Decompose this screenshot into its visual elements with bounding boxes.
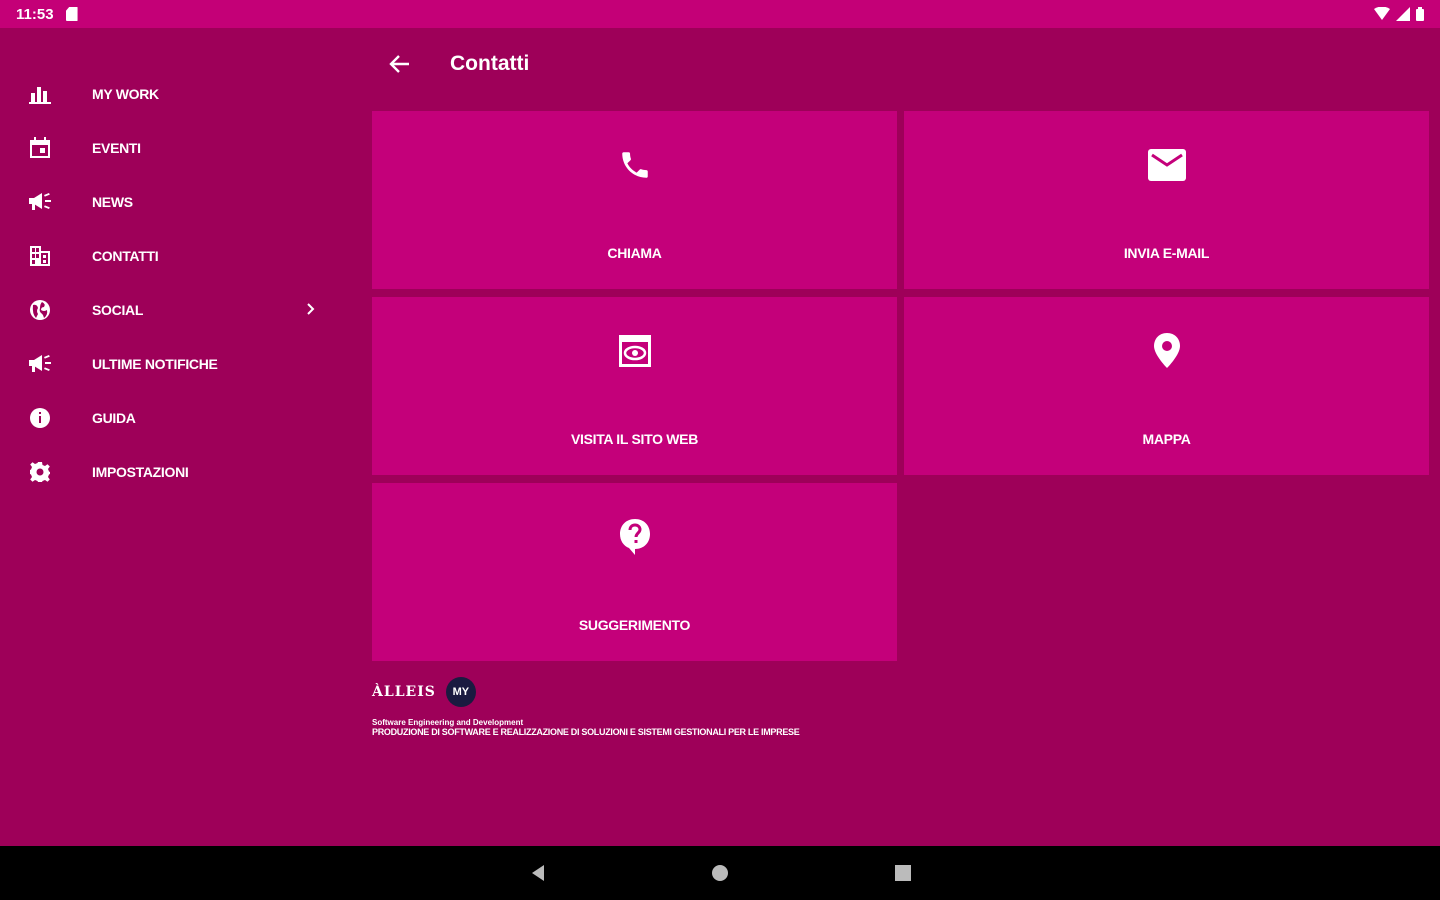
footer-tagline: Software Engineering and Development <box>372 718 524 727</box>
web-view-icon <box>615 331 655 371</box>
footer-logos: ÀLLEIS MY <box>372 676 912 708</box>
drawer-item-label: GUIDA <box>92 410 136 426</box>
drawer-item-label: SOCIAL <box>92 302 144 318</box>
bar-chart-icon <box>26 82 54 106</box>
navigation-drawer: MY WORK EVENTI NEWS CONTATTI SOCIAL ULTI… <box>0 28 360 846</box>
tile-label: SUGGERIMENTO <box>578 617 691 633</box>
help-bubble-icon <box>615 517 655 557</box>
globe-icon <box>26 298 54 322</box>
business-icon <box>26 244 54 268</box>
tile-suggerimento[interactable]: SUGGERIMENTO <box>372 483 897 661</box>
toolbar: Contatti <box>360 28 1440 102</box>
app: MY WORK EVENTI NEWS CONTATTI SOCIAL ULTI… <box>0 28 1440 846</box>
back-button[interactable] <box>384 48 416 80</box>
drawer-item-label: EVENTI <box>92 140 141 156</box>
gear-icon <box>26 460 54 484</box>
signal-icon <box>1396 7 1410 21</box>
tile-label: MAPPA <box>1142 431 1191 447</box>
drawer-menu: MY WORK EVENTI NEWS CONTATTI SOCIAL ULTI… <box>0 28 360 499</box>
drawer-item-label: NEWS <box>92 194 133 210</box>
wifi-icon <box>1374 7 1390 20</box>
megaphone-icon <box>26 190 54 214</box>
square-recents-icon <box>895 865 911 881</box>
tile-mappa[interactable]: MAPPA <box>904 297 1429 475</box>
arrow-left-icon <box>389 55 409 73</box>
drawer-item-label: MY WORK <box>92 86 159 102</box>
sd-card-icon <box>65 7 78 21</box>
company-logo: ÀLLEIS <box>372 684 436 700</box>
megaphone-icon <box>26 352 54 376</box>
drawer-item-social[interactable]: SOCIAL <box>0 283 360 337</box>
footer-description: PRODUZIONE DI SOFTWARE E REALIZZAZIONE D… <box>372 727 800 737</box>
drawer-item-my-work[interactable]: MY WORK <box>0 67 360 121</box>
nav-recents-button[interactable] <box>892 862 914 884</box>
system-nav-bar <box>0 846 1440 900</box>
drawer-item-ultime-notifiche[interactable]: ULTIME NOTIFICHE <box>0 337 360 391</box>
drawer-item-impostazioni[interactable]: IMPOSTAZIONI <box>0 445 360 499</box>
drawer-item-eventi[interactable]: EVENTI <box>0 121 360 175</box>
main-content: Contatti CHIAMA INVIA E-MAIL VISITA IL S… <box>360 28 1440 846</box>
tile-label: CHIAMA <box>607 245 662 261</box>
tile-label: INVIA E-MAIL <box>1123 245 1210 261</box>
footer: ÀLLEIS MY Software Engineering and Devel… <box>372 676 912 737</box>
triangle-back-icon <box>532 865 544 881</box>
tile-chiama[interactable]: CHIAMA <box>372 111 897 289</box>
page-title: Contatti <box>450 52 530 75</box>
tile-label: VISITA IL SITO WEB <box>570 431 699 447</box>
status-time: 11:53 <box>16 5 54 23</box>
tile-visita-sito-web[interactable]: VISITA IL SITO WEB <box>372 297 897 475</box>
drawer-item-contatti[interactable]: CONTATTI <box>0 229 360 283</box>
status-bar: 11:53 <box>0 0 1440 28</box>
drawer-item-label: CONTATTI <box>92 248 159 264</box>
drawer-item-label: ULTIME NOTIFICHE <box>92 356 218 372</box>
drawer-item-guida[interactable]: GUIDA <box>0 391 360 445</box>
mail-icon <box>1147 145 1187 185</box>
app-logo-badge: MY <box>445 677 476 707</box>
map-pin-icon <box>1147 331 1187 371</box>
status-left: 11:53 <box>16 6 78 23</box>
tile-invia-email[interactable]: INVIA E-MAIL <box>904 111 1429 289</box>
calendar-icon <box>26 136 54 160</box>
circle-home-icon <box>712 865 728 881</box>
nav-back-button[interactable] <box>527 862 549 884</box>
drawer-item-label: IMPOSTAZIONI <box>92 464 189 480</box>
battery-icon <box>1416 7 1424 21</box>
nav-home-button[interactable] <box>709 862 731 884</box>
info-icon <box>26 406 54 430</box>
status-right <box>1374 7 1424 21</box>
drawer-item-news[interactable]: NEWS <box>0 175 360 229</box>
chevron-right-icon <box>302 301 318 317</box>
phone-icon <box>615 145 655 185</box>
